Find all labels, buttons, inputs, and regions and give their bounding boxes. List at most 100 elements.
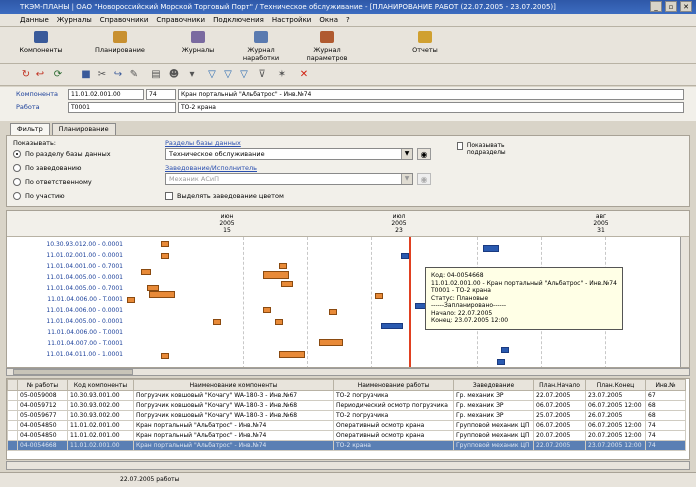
highlight-checkbox[interactable] xyxy=(165,192,173,200)
section-select[interactable]: Техническое обслуживание ▼ xyxy=(165,148,413,160)
menu-help[interactable]: ? xyxy=(346,14,350,26)
funnel-icon[interactable]: ⊽ xyxy=(256,69,268,81)
params-journal-button[interactable]: Журнал параметров xyxy=(296,31,358,62)
gantt-vertical-scrollbar[interactable] xyxy=(680,237,689,367)
gantt-task-bar[interactable] xyxy=(279,351,305,358)
component-name-field[interactable]: Кран портальный "Альбатрос" - Инв.№74 xyxy=(178,89,684,100)
column-header[interactable]: Наименование работы xyxy=(333,379,454,391)
delete-icon[interactable]: ✕ xyxy=(298,69,310,81)
gantt-task-bar[interactable] xyxy=(161,253,169,259)
gantt-task-bar[interactable] xyxy=(263,307,271,313)
user-icon[interactable]: ☻ xyxy=(168,69,180,81)
menu-data[interactable]: Данные xyxy=(20,14,49,26)
table-row[interactable]: 05-0059677 10.30.93.002.00 Погрузчик ков… xyxy=(7,410,686,421)
gantt-task-bar[interactable] xyxy=(141,269,151,275)
radio-by-responsible[interactable]: По ответственному xyxy=(13,178,92,186)
subsections-checkbox-row[interactable]: Показывать подразделы xyxy=(457,142,517,156)
gantt-task-bar[interactable] xyxy=(497,359,505,365)
table-row-selected[interactable]: 04-0054668 11.01.02.001.00 Кран портальн… xyxy=(7,440,686,451)
redo-icon[interactable]: ↪ xyxy=(112,69,124,81)
radio-by-participation[interactable]: По участию xyxy=(13,192,65,200)
menu-references[interactable]: Справочники xyxy=(100,14,149,26)
tab-planning[interactable]: Планирование xyxy=(51,123,116,135)
subsections-checkbox[interactable] xyxy=(457,142,463,150)
gantt-task-bar[interactable] xyxy=(281,281,293,287)
column-header[interactable] xyxy=(7,379,18,391)
work-code-field[interactable]: T0001 xyxy=(68,102,176,113)
column-header[interactable]: Код компоненты xyxy=(67,379,134,391)
component-num-field[interactable]: 74 xyxy=(146,89,176,100)
gantt-task-bar[interactable] xyxy=(319,339,343,346)
gantt-task-bar[interactable] xyxy=(149,291,175,298)
table-row[interactable]: 04-0054850 11.01.02.001.00 Кран портальн… xyxy=(7,420,686,431)
filter-remove-icon[interactable]: ▽ xyxy=(238,69,250,81)
column-header[interactable]: Заведование xyxy=(453,379,534,391)
edit-icon[interactable]: ✎ xyxy=(128,69,140,81)
filter-icon[interactable]: ▽ xyxy=(206,69,218,81)
save-icon[interactable]: ■ xyxy=(80,69,92,81)
radio-by-section[interactable]: По разделу базы данных xyxy=(13,150,111,158)
column-header[interactable]: № работы xyxy=(17,379,68,391)
gantt-task-bar[interactable] xyxy=(483,245,499,252)
gantt-task-bar[interactable] xyxy=(161,353,169,359)
column-header[interactable]: План.Конец xyxy=(585,379,646,391)
menu-settings[interactable]: Настройки xyxy=(272,14,312,26)
gantt-task-bar[interactable] xyxy=(401,253,409,259)
menu-journals[interactable]: Журналы xyxy=(57,14,92,26)
chevron-down-icon[interactable]: ▼ xyxy=(401,149,412,159)
gantt-task-bar[interactable] xyxy=(381,323,403,329)
cell: 04-0054850 xyxy=(17,420,68,431)
tab-filter[interactable]: Фильтр xyxy=(10,123,50,135)
star-icon[interactable]: ✶ xyxy=(276,69,288,81)
table-row[interactable]: 05-0059008 10.30.93.001.00 Погрузчик ков… xyxy=(7,390,686,401)
highlight-checkbox-row[interactable]: Выделять заведование цветом xyxy=(165,192,284,200)
radio-button[interactable] xyxy=(13,178,21,186)
column-header[interactable]: План.Начало xyxy=(533,379,586,391)
radio-button[interactable] xyxy=(13,150,21,158)
back-icon[interactable]: ↩ xyxy=(34,69,46,81)
menu-windows[interactable]: Окна xyxy=(319,14,338,26)
radio-button[interactable] xyxy=(13,192,21,200)
scroll-thumb[interactable] xyxy=(13,369,133,375)
cut-icon[interactable]: ✂ xyxy=(96,69,108,81)
menu-references-2[interactable]: Справочники xyxy=(156,14,205,26)
maximize-button[interactable]: ▫ xyxy=(665,1,677,12)
table-row[interactable]: 04-0054850 11.01.02.001.00 Кран портальн… xyxy=(7,430,686,441)
reports-button[interactable]: Отчеты xyxy=(402,31,448,61)
gantt-horizontal-scrollbar[interactable] xyxy=(6,368,690,376)
gantt-task-bar[interactable] xyxy=(329,309,337,315)
close-button[interactable]: ✕ xyxy=(680,1,692,12)
table-horizontal-scrollbar[interactable] xyxy=(6,461,690,470)
radio-by-department[interactable]: По заведованию xyxy=(13,164,81,172)
column-header[interactable]: Наименование компоненты xyxy=(133,379,334,391)
gantt-task-bar[interactable] xyxy=(275,319,283,325)
gantt-task-bar[interactable] xyxy=(375,293,383,299)
gantt-task-bar[interactable] xyxy=(127,297,135,303)
journals-button[interactable]: Журналы xyxy=(170,31,226,61)
menu-connections[interactable]: Подключения xyxy=(213,14,264,26)
chevron-down-icon[interactable]: ▼ xyxy=(401,174,412,184)
cell: 11.01.02.001.00 xyxy=(67,420,134,431)
minimize-button[interactable]: _ xyxy=(650,1,662,12)
gantt-task-bar[interactable] xyxy=(213,319,221,325)
component-code-field[interactable]: 11.01.02.001.00 xyxy=(68,89,144,100)
dropdown-icon[interactable]: ▾ xyxy=(186,69,198,81)
binoculars-icon[interactable]: ◉ xyxy=(417,148,431,160)
components-button[interactable]: Компоненты xyxy=(12,31,70,61)
print-icon[interactable]: ▤ xyxy=(150,69,162,81)
gantt-task-bar[interactable] xyxy=(501,347,509,353)
executor-select[interactable]: Механик АСиП ▼ xyxy=(165,173,413,185)
runtime-journal-button[interactable]: Журнал наработки xyxy=(232,31,290,62)
refresh-icon[interactable]: ↻ xyxy=(20,69,32,81)
table-row[interactable]: 04-0059712 10.30.93.002.00 Погрузчик ков… xyxy=(7,400,686,411)
planning-button[interactable]: Планирование xyxy=(88,31,152,61)
gantt-task-bar[interactable] xyxy=(161,241,169,247)
radio-button[interactable] xyxy=(13,164,21,172)
column-header[interactable]: Инв.№ xyxy=(645,379,686,391)
sync-icon[interactable]: ⟳ xyxy=(52,69,64,81)
filter-add-icon[interactable]: ▽ xyxy=(222,69,234,81)
gantt-task-bar[interactable] xyxy=(279,263,287,269)
work-name-field[interactable]: ТО-2 крана xyxy=(178,102,684,113)
gantt-task-bar[interactable] xyxy=(263,271,289,279)
reports-label: Отчеты xyxy=(412,46,438,54)
